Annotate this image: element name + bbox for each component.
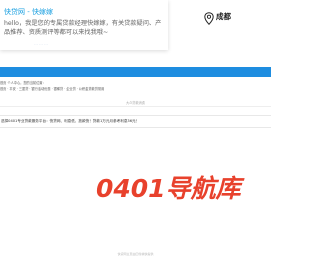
- category-links[interactable]: 首页 · 平安 · 三菱贷 · 银行活动优惠 · 银稀贷 · 企业贷 · 公积金…: [0, 87, 104, 92]
- divider: [0, 106, 271, 107]
- logo-text: 0401导航库: [96, 174, 245, 200]
- promo-banner[interactable]: 选择0401专业贷款服务平台：快贷网、利息低、放款快！贷款1万元月参考利息36元…: [0, 115, 271, 128]
- promo-text: 选择0401专业贷款服务平台：快贷网、利息低、放款快！贷款1万元月参考利息36元…: [1, 119, 140, 123]
- chat-title: 快贷网 - 快嫁嫁: [4, 8, 53, 16]
- footer-text: 快贷网主页由四零捕快提供: [117, 252, 154, 256]
- section-caption: 大众贷款消费: [125, 101, 146, 105]
- chat-faint-line: ………: [34, 41, 49, 46]
- site-logo[interactable]: 0401导航库: [96, 174, 268, 204]
- chat-message: hello，我是您的专属贷款经理快嫁嫁，有关贷款疑问、产品推荐、资质测评等都可以…: [4, 20, 162, 36]
- location-label: 成都: [216, 12, 231, 21]
- location-selector[interactable]: 成都: [204, 10, 231, 26]
- chat-popup[interactable]: 快贷网 - 快嫁嫁 hello，我是您的专属贷款经理快嫁嫁，有关贷款疑问、产品推…: [0, 0, 168, 50]
- logo-wordmark: 0401导航库: [96, 174, 268, 204]
- nav-bar: [0, 67, 271, 77]
- breadcrumb[interactable]: 首页 个人中心，您的当前位置：: [0, 81, 46, 86]
- map-pin-icon: [204, 10, 214, 26]
